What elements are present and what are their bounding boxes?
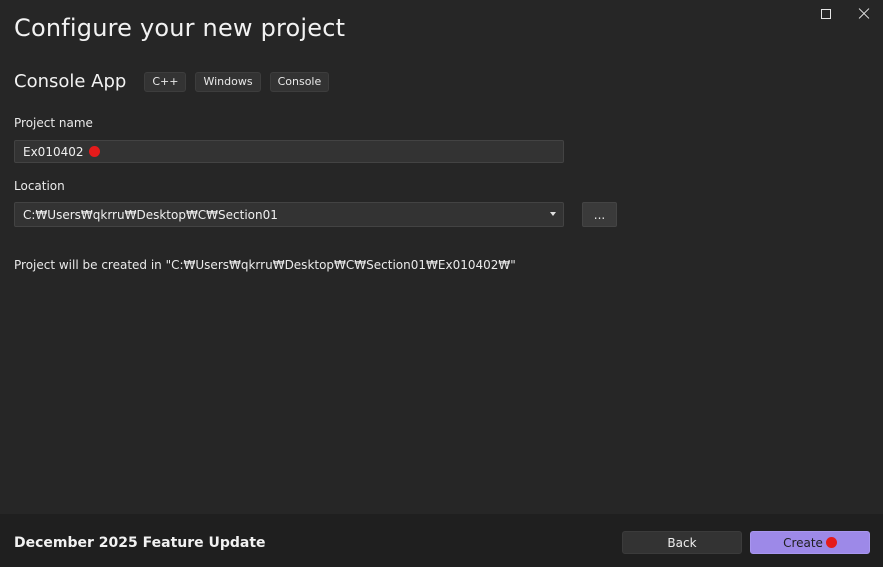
- tag-language: C++: [144, 71, 187, 92]
- maximize-button[interactable]: [807, 0, 845, 28]
- location-value: C:₩Users₩qkrru₩Desktop₩C₩Section01: [23, 207, 278, 222]
- red-dot-marker-icon: [88, 146, 100, 157]
- template-row: Console App C++ Windows Console: [14, 71, 338, 92]
- back-button[interactable]: Back: [622, 531, 742, 554]
- version-label: December 2025 Feature Update: [14, 535, 266, 551]
- page-title: Configure your new project: [14, 14, 346, 42]
- chevron-down-icon[interactable]: [550, 212, 556, 216]
- tag-platform: Windows: [195, 71, 261, 92]
- back-button-label: Back: [667, 535, 697, 550]
- project-name-input[interactable]: Ex010402: [14, 140, 564, 163]
- title-bar-controls: [807, 0, 883, 28]
- configure-project-window: Configure your new project Console App C…: [0, 0, 883, 567]
- browse-button[interactable]: ...: [582, 202, 617, 227]
- tag-project-type: Console: [269, 71, 330, 92]
- location-combobox[interactable]: C:₩Users₩qkrru₩Desktop₩C₩Section01: [14, 202, 564, 227]
- project-name-value: Ex010402: [23, 144, 84, 159]
- close-button[interactable]: [845, 0, 883, 28]
- maximize-icon: [821, 9, 831, 19]
- project-name-label: Project name: [14, 116, 93, 130]
- template-name: Console App: [14, 71, 127, 92]
- create-button-label: Create: [783, 535, 823, 550]
- create-button[interactable]: Create: [750, 531, 870, 554]
- project-path-preview: Project will be created in "C:₩Users₩qkr…: [14, 258, 516, 272]
- red-dot-marker-icon: [825, 537, 837, 548]
- close-icon: [858, 8, 870, 20]
- footer-bar: December 2025 Feature Update Back Create: [0, 514, 883, 567]
- location-label: Location: [14, 179, 65, 193]
